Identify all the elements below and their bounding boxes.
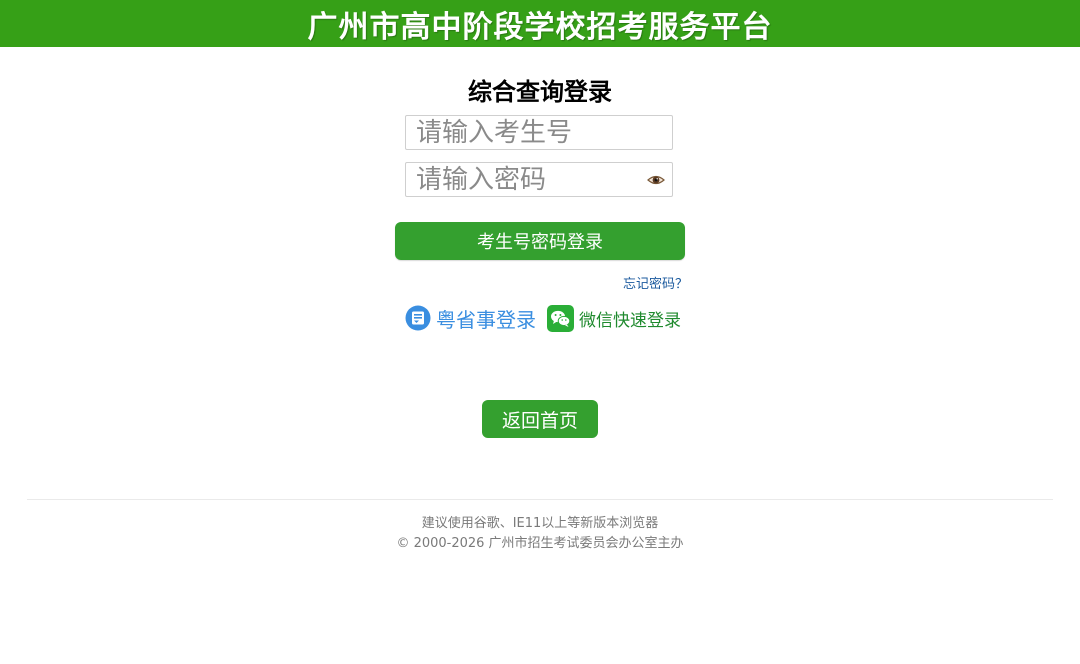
- yss-login-button[interactable]: 粤省事登录: [405, 303, 536, 333]
- wechat-icon: [547, 304, 574, 332]
- login-button[interactable]: 考生号密码登录: [395, 222, 685, 260]
- wechat-login-label: 微信快速登录: [579, 310, 681, 331]
- login-title: 综合查询登录: [468, 78, 612, 106]
- site-title: 广州市高中阶段学校招考服务平台: [307, 9, 773, 45]
- password-field-box: [405, 162, 673, 197]
- yss-login-label: 粤省事登录: [436, 307, 536, 332]
- eye-icon[interactable]: [646, 170, 666, 190]
- username-field-box: [405, 115, 673, 150]
- home-button[interactable]: 返回首页: [482, 400, 598, 438]
- password-input[interactable]: [406, 163, 672, 196]
- header-bar: 广州市高中阶段学校招考服务平台: [0, 0, 1080, 47]
- footer-divider: [27, 499, 1053, 500]
- copyright-text: © 2000-2026 广州市招生考试委员会办公室主办: [396, 536, 684, 551]
- wechat-login-button[interactable]: 微信快速登录: [547, 303, 681, 333]
- browser-note: 建议使用谷歌、IE11以上等新版本浏览器: [421, 516, 659, 531]
- yueshengshi-icon: [405, 305, 431, 331]
- forgot-password-link[interactable]: 忘记密码？: [623, 273, 688, 292]
- username-input[interactable]: [406, 116, 672, 149]
